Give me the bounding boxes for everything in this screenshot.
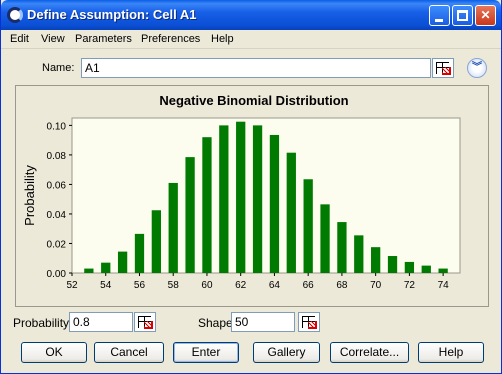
- gallery-button[interactable]: Gallery: [253, 342, 320, 363]
- chart-bar: [303, 179, 313, 273]
- cancel-button[interactable]: Cancel: [94, 342, 164, 363]
- x-tick-label: 64: [269, 280, 281, 291]
- close-icon: ✕: [480, 8, 491, 22]
- enter-button[interactable]: Enter: [173, 342, 239, 363]
- x-tick-label: 54: [100, 280, 112, 291]
- x-tick-label: 56: [134, 280, 146, 291]
- minimize-icon: [435, 19, 443, 22]
- probability-input[interactable]: 0.8: [69, 312, 133, 332]
- crystal-ball-app-icon: [7, 7, 23, 23]
- window-title: Define Assumption: Cell A1: [27, 7, 197, 22]
- shape-input[interactable]: 50: [231, 312, 295, 332]
- maximize-icon: [457, 10, 468, 21]
- chart-bar: [185, 157, 195, 273]
- name-cell-picker-button[interactable]: [432, 58, 454, 78]
- menu-help[interactable]: Help: [211, 33, 234, 45]
- plot-area: [71, 117, 461, 274]
- chart-bar: [202, 137, 212, 273]
- minimize-button[interactable]: [429, 5, 450, 26]
- chart-bar: [84, 268, 94, 273]
- x-tick-label: 58: [168, 280, 180, 291]
- x-tick-label: 68: [336, 280, 348, 291]
- probability-cell-picker-button[interactable]: [134, 312, 156, 332]
- y-tick-label: 0.00: [47, 269, 67, 280]
- chart-bar: [371, 247, 381, 273]
- help-button[interactable]: Help: [418, 342, 484, 363]
- chart-title: Negative Binomial Distribution: [159, 93, 348, 108]
- chart-bar: [387, 256, 398, 273]
- menu-edit[interactable]: Edit: [10, 33, 29, 45]
- chart-bar: [219, 125, 229, 273]
- define-assumption-window: Define Assumption: Cell A1 ✕ Edit View P…: [0, 0, 502, 374]
- chart-bar: [101, 262, 111, 273]
- name-label: Name:: [42, 62, 75, 74]
- chart-bar: [236, 121, 246, 273]
- x-tick-label: 66: [303, 280, 315, 291]
- chart-bar: [354, 235, 364, 273]
- chart-bar: [151, 210, 161, 273]
- chart-bar: [404, 261, 415, 273]
- chart-bar: [134, 233, 145, 273]
- y-tick-label: 0.02: [47, 239, 67, 250]
- x-tick-label: 70: [370, 280, 382, 291]
- distribution-chart: Negative Binomial Distribution Probabilit…: [15, 85, 489, 307]
- x-tick-label: 62: [235, 280, 247, 291]
- x-tick-label: 60: [201, 280, 213, 291]
- chart-bar: [438, 268, 448, 273]
- correlate-button[interactable]: Correlate...: [330, 342, 409, 363]
- menu-preferences[interactable]: Preferences: [141, 33, 200, 45]
- shape-label: Shape: [198, 316, 233, 330]
- chart-bar: [252, 125, 263, 273]
- chart-bar: [320, 204, 330, 273]
- close-button[interactable]: ✕: [475, 5, 496, 26]
- menu-parameters[interactable]: Parameters: [75, 33, 132, 45]
- y-axis-label: Probability: [22, 165, 37, 226]
- y-tick-label: 0.08: [47, 151, 67, 162]
- y-tick-label: 0.04: [47, 210, 67, 221]
- y-tick-label: 0.10: [47, 121, 67, 132]
- chart-bar: [117, 251, 128, 273]
- expand-chevron-icon[interactable]: ︾: [467, 58, 487, 78]
- chart-bar: [337, 222, 347, 273]
- shape-cell-picker-button[interactable]: [298, 312, 320, 332]
- chart-bar: [421, 265, 431, 273]
- maximize-button[interactable]: [452, 5, 473, 26]
- chart-svg: Negative Binomial Distribution Probabilit…: [22, 93, 461, 291]
- ok-button[interactable]: OK: [21, 342, 87, 363]
- x-tick-label: 74: [438, 280, 450, 291]
- y-tick-label: 0.06: [47, 180, 67, 191]
- chart-bar: [269, 134, 280, 273]
- menu-view[interactable]: View: [41, 33, 65, 45]
- x-tick-label: 52: [66, 280, 78, 291]
- name-input[interactable]: A1: [81, 58, 431, 78]
- x-tick-label: 72: [404, 280, 416, 291]
- title-bar[interactable]: Define Assumption: Cell A1 ✕: [1, 0, 501, 30]
- menu-bar: Edit View Parameters Preferences Help: [1, 31, 501, 49]
- chart-bar: [168, 182, 178, 273]
- probability-label: Probability: [13, 316, 70, 330]
- chart-bar: [286, 152, 296, 273]
